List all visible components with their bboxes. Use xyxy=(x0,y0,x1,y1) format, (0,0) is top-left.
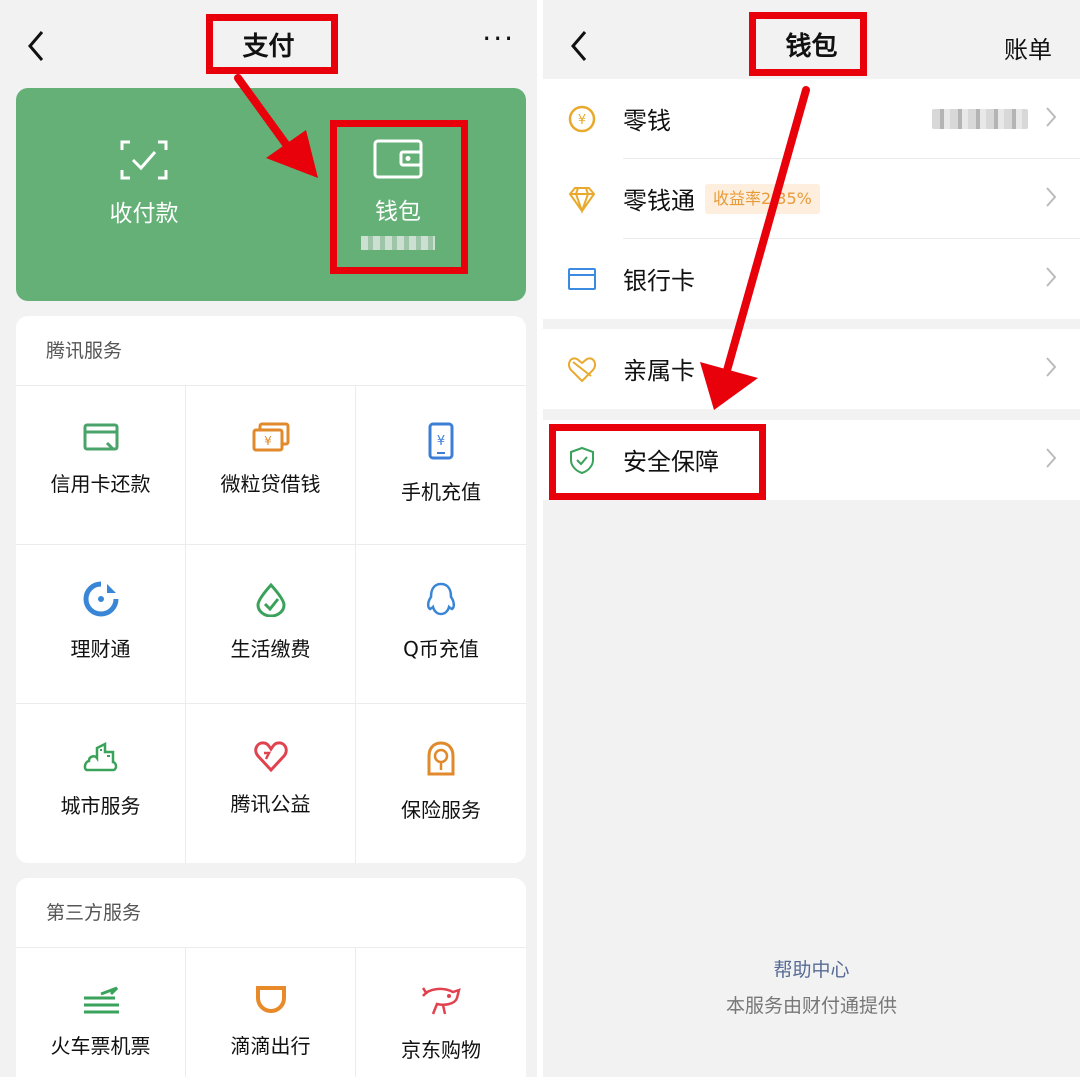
service-label: 城市服务 xyxy=(60,794,141,818)
service-phone-recharge[interactable]: ¥ 手机充值 xyxy=(356,386,526,545)
annotation-box-pay-title xyxy=(206,14,338,74)
chevron-right-icon xyxy=(1046,357,1057,377)
provider-note: 本服务由财付通提供 xyxy=(725,995,897,1017)
annotation-box-security xyxy=(549,424,766,500)
svg-text:¥: ¥ xyxy=(264,434,272,448)
coin-yuan-icon: ¥ xyxy=(568,105,596,133)
charity-icon xyxy=(253,741,288,772)
qq-coin-icon xyxy=(426,582,456,616)
svg-text:¥: ¥ xyxy=(437,434,445,449)
scan-pay-icon xyxy=(120,140,168,180)
service-credit-card-repay[interactable]: 信用卡还款 xyxy=(16,386,186,545)
chevron-right-icon xyxy=(1046,267,1057,287)
wealth-icon xyxy=(83,581,118,617)
row-change[interactable]: ¥ 零钱 xyxy=(543,79,1080,159)
diamond-icon xyxy=(568,187,596,214)
wallet-list-group-1: ¥ 零钱 零钱通 收益率2.35% 银行卡 xyxy=(543,79,1080,319)
service-label: 微粒贷借钱 xyxy=(220,472,321,496)
service-label: 理财通 xyxy=(70,637,131,661)
service-label: 手机充值 xyxy=(401,480,481,504)
receive-pay-label: 收付款 xyxy=(109,201,179,227)
row-label: 亲属卡 xyxy=(623,357,695,385)
service-city[interactable]: 城市服务 xyxy=(16,704,186,863)
more-options-icon[interactable]: ··· xyxy=(482,22,515,55)
service-jd[interactable]: 京东购物 xyxy=(356,948,526,1077)
service-licaitong[interactable]: 理财通 xyxy=(16,545,186,704)
annotation-box-wallet-title xyxy=(749,12,867,76)
loan-icon: ¥ xyxy=(252,422,289,452)
credit-card-icon xyxy=(83,423,118,451)
chevron-right-icon xyxy=(1046,187,1057,207)
service-charity[interactable]: 腾讯公益 xyxy=(186,704,356,863)
service-label: Q币充值 xyxy=(403,637,479,661)
service-qq-coin[interactable]: Q币充值 xyxy=(356,545,526,704)
service-weilidai[interactable]: ¥ 微粒贷借钱 xyxy=(186,386,356,545)
wallet-list-group-2: 亲属卡 xyxy=(543,329,1080,409)
third-party-services-title: 第三方服务 xyxy=(16,878,526,948)
row-lingqiantong[interactable]: 零钱通 收益率2.35% xyxy=(543,159,1080,239)
service-label: 信用卡还款 xyxy=(50,472,151,496)
help-center-link[interactable]: 帮助中心 xyxy=(543,955,1080,982)
service-didi[interactable]: 滴滴出行 xyxy=(186,948,356,1077)
service-label: 京东购物 xyxy=(401,1038,481,1062)
phone-recharge-icon: ¥ xyxy=(428,422,454,460)
insurance-icon xyxy=(427,741,455,776)
row-bank-card[interactable]: 银行卡 xyxy=(543,239,1080,319)
svg-text:¥: ¥ xyxy=(578,113,586,128)
train-flight-icon xyxy=(83,986,119,1014)
service-bill-pay[interactable]: 生活缴费 xyxy=(186,545,356,704)
service-train-flight[interactable]: 火车票机票 xyxy=(16,948,186,1077)
receive-pay-button[interactable]: 收付款 xyxy=(44,138,244,228)
didi-icon xyxy=(255,986,286,1013)
chevron-right-icon xyxy=(1046,107,1057,127)
annotation-box-wallet xyxy=(330,120,468,274)
chevron-right-icon xyxy=(1046,448,1057,468)
service-label: 腾讯公益 xyxy=(230,792,311,816)
service-insurance[interactable]: 保险服务 xyxy=(356,704,526,863)
family-card-icon xyxy=(567,357,597,383)
service-label: 滴滴出行 xyxy=(230,1034,311,1058)
bill-pay-icon xyxy=(255,582,286,617)
bills-link[interactable]: 账单 xyxy=(1004,30,1052,65)
change-balance-redacted xyxy=(932,109,1028,129)
jd-shopping-icon xyxy=(421,987,461,1015)
yield-rate-badge: 收益率2.35% xyxy=(705,184,820,214)
row-label: 零钱通 xyxy=(623,187,695,215)
third-party-services-card: 第三方服务 火车票机票 滴滴出行 京东购物 xyxy=(16,878,526,1077)
row-label: 零钱 xyxy=(623,107,671,135)
tencent-services-card: 腾讯服务 信用卡还款 ¥ 微粒贷借钱 ¥ 手机充值 理财通 生活缴费 Q币充值 … xyxy=(16,316,526,863)
service-label: 生活缴费 xyxy=(230,637,311,661)
row-label: 银行卡 xyxy=(623,267,695,295)
row-family-card[interactable]: 亲属卡 xyxy=(543,329,1080,409)
service-label: 火车票机票 xyxy=(50,1034,151,1058)
wallet-screen: 钱包 账单 ¥ 零钱 零钱通 收益率2.35% 银行卡 亲属卡 安全保障 帮助中… xyxy=(543,0,1080,1077)
tencent-services-title: 腾讯服务 xyxy=(16,316,526,386)
service-label: 保险服务 xyxy=(401,798,481,822)
city-service-icon xyxy=(83,741,117,772)
bank-card-icon xyxy=(568,268,596,290)
